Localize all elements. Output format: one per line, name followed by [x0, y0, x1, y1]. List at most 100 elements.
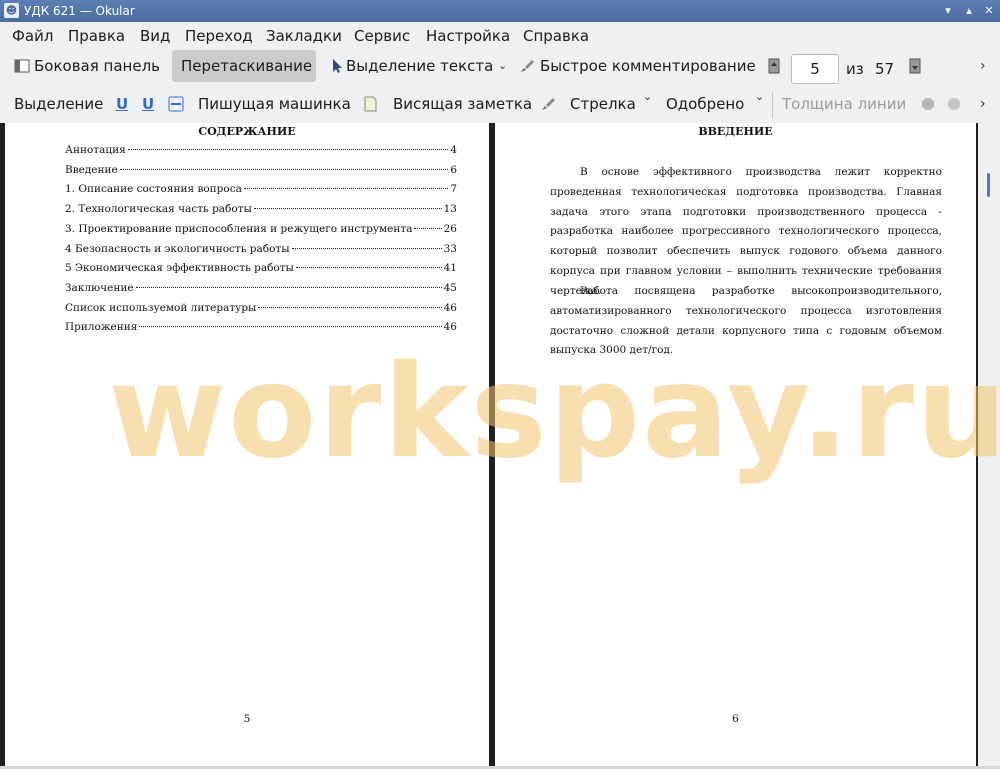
chevron-down-icon[interactable]: ⌄	[498, 50, 507, 82]
toolbar-overflow-icon[interactable]: ›	[980, 58, 986, 74]
toc-leader-dots	[414, 227, 442, 229]
okular-icon[interactable]: ☻	[4, 3, 19, 18]
toc-entry-title: Аннотация	[65, 144, 126, 156]
toc-entry-page: 46	[443, 321, 457, 334]
quick-annotations-button[interactable]: Быстрое комментирование	[516, 50, 756, 82]
window-title: УДК 621 — Okular	[24, 4, 135, 18]
menu-go[interactable]: Переход	[185, 27, 253, 45]
toc-leader-dots	[127, 149, 449, 150]
toc-leader-dots	[295, 267, 442, 269]
toc-row: Приложения 46	[65, 321, 457, 333]
main-toolbar: Боковая панель Перетаскивание Выделение …	[0, 50, 1000, 88]
menu-file[interactable]: Файл	[12, 27, 53, 45]
page-number-right: 6	[732, 713, 739, 725]
menu-help[interactable]: Справка	[523, 27, 589, 45]
menu-edit[interactable]: Правка	[68, 27, 125, 45]
arrow-tool-icon	[542, 98, 555, 110]
page-number-left: 5	[243, 713, 251, 725]
page-up-icon[interactable]	[766, 58, 782, 74]
sidebar-label: Боковая панель	[34, 57, 160, 75]
toc-entry-title: 2. Технологическая часть работы	[65, 203, 252, 216]
menu-tools[interactable]: Сервис	[354, 27, 410, 45]
toc-row: 4 Безопасность и экологичность работы 33	[65, 243, 457, 255]
menu-bar: Файл Правка Вид Переход Закладки Сервис …	[0, 22, 1000, 50]
toc-entry-page: 33	[443, 242, 457, 255]
squiggle-icon[interactable]: U	[142, 88, 154, 120]
annotation-toolbar: Выделение U U Пишущая машинка Висящая за…	[0, 88, 1000, 126]
toc-entry-page: 46	[443, 301, 457, 314]
sidebar-icon	[14, 59, 30, 73]
toc-entry-page: 41	[443, 262, 457, 275]
minimize-icon[interactable]: ▾	[941, 4, 955, 18]
chevron-down-icon[interactable]: ⌄	[643, 90, 652, 103]
toc-row: Введение 6	[65, 164, 457, 176]
toc-entry-page: 13	[443, 203, 457, 216]
toc-entry-title: Введение	[65, 163, 118, 176]
toc-row: 3. Проектирование приспособления и режущ…	[65, 223, 457, 235]
toc-entry-title: 4 Безопасность и экологичность работы	[65, 242, 290, 255]
toc-row: 5 Экономическая эффективность работы 41	[65, 262, 457, 274]
toc-entry-title: Список используемой литературы	[65, 301, 257, 314]
toc-row: Аннотация 4	[65, 144, 457, 156]
scrollbar-thumb[interactable]	[987, 173, 990, 197]
toc-row: 1. Описание состояния вопроса 7	[65, 183, 457, 195]
introduction-paragraph: В основе эффективного производства лежит…	[550, 166, 942, 297]
menu-bookmarks[interactable]: Закладки	[266, 27, 342, 45]
toc-leader-dots	[258, 306, 442, 308]
close-icon[interactable]: ✕	[982, 4, 996, 18]
toc-leader-dots	[243, 188, 449, 190]
toc-leader-dots	[119, 168, 449, 170]
stamp-tool[interactable]: Одобрено	[666, 88, 744, 120]
page-of-label: из	[846, 60, 864, 78]
toc-entry-page: 26	[443, 222, 457, 235]
strikeout-icon[interactable]	[168, 96, 184, 112]
toc-row: Список используемой литературы 46	[65, 302, 457, 314]
toc-leader-dots	[135, 286, 442, 288]
total-pages: 57	[875, 60, 895, 78]
quick-annotations-label: Быстрое комментирование	[540, 57, 756, 75]
highlight-tool[interactable]: Выделение	[14, 88, 103, 120]
introduction-heading: ВВЕДЕНИЕ	[698, 125, 773, 138]
toc-leader-dots	[291, 247, 442, 249]
note-icon	[364, 96, 377, 112]
sidebar-button[interactable]: Боковая панель	[10, 50, 162, 82]
menu-view[interactable]: Вид	[140, 27, 170, 45]
chevron-down-icon[interactable]: ⌄	[755, 90, 764, 103]
title-bar: ☻ УДК 621 — Okular ▾ ▴ ✕	[0, 0, 1000, 22]
maximize-icon[interactable]: ▴	[962, 4, 976, 18]
toc-leader-dots	[253, 208, 442, 210]
opacity-icon[interactable]	[946, 96, 962, 112]
brush-icon	[521, 60, 534, 72]
page-down-icon[interactable]	[907, 58, 923, 74]
line-width-control[interactable]: Толщина линии	[782, 88, 906, 120]
toolbar-overflow-icon[interactable]: ›	[980, 96, 986, 112]
color-icon[interactable]	[920, 96, 936, 112]
toc-entry-title: 3. Проектирование приспособления и режущ…	[65, 222, 413, 235]
underline-icon[interactable]: U	[116, 88, 128, 120]
drag-mode-label: Перетаскивание	[181, 57, 313, 75]
toc-entry-title: 1. Описание состояния вопроса	[65, 183, 242, 196]
text-select-label: Выделение текста	[346, 57, 494, 75]
toc-row: 2. Технологическая часть работы 13	[65, 203, 457, 215]
menu-settings[interactable]: Настройка	[426, 27, 510, 45]
toc-entry-page: 45	[443, 281, 457, 294]
toc-entry-page: 6	[450, 163, 457, 176]
toc-heading: СОДЕРЖАНИЕ	[198, 125, 296, 138]
toc-entry-page: 7	[450, 183, 457, 196]
arrow-tool[interactable]: Стрелка	[570, 88, 636, 120]
toc-entry-title: 5 Экономическая эффективность работы	[65, 262, 294, 275]
toc-entry-page: 4	[450, 144, 457, 156]
toc-entry-title: Приложения	[65, 321, 138, 334]
typewriter-tool[interactable]: Пишущая машинка	[198, 88, 351, 120]
drag-mode-button[interactable]: Перетаскивание	[172, 50, 316, 82]
page-number-input[interactable]: 5	[791, 54, 839, 84]
text-select-button[interactable]: Выделение текста ⌄	[326, 50, 512, 82]
okular-window: Файл Правка Вид Переход Закладки Сервис …	[0, 22, 1000, 769]
cursor-icon	[333, 59, 342, 73]
toc-leader-dots	[139, 326, 442, 328]
toc-row: Заключение 45	[65, 282, 457, 294]
watermark: workspay.ru	[108, 338, 1000, 487]
popup-note-tool[interactable]: Висящая заметка	[393, 88, 532, 120]
toolbar-separator	[772, 92, 773, 118]
toc-entry-title: Заключение	[65, 281, 134, 294]
